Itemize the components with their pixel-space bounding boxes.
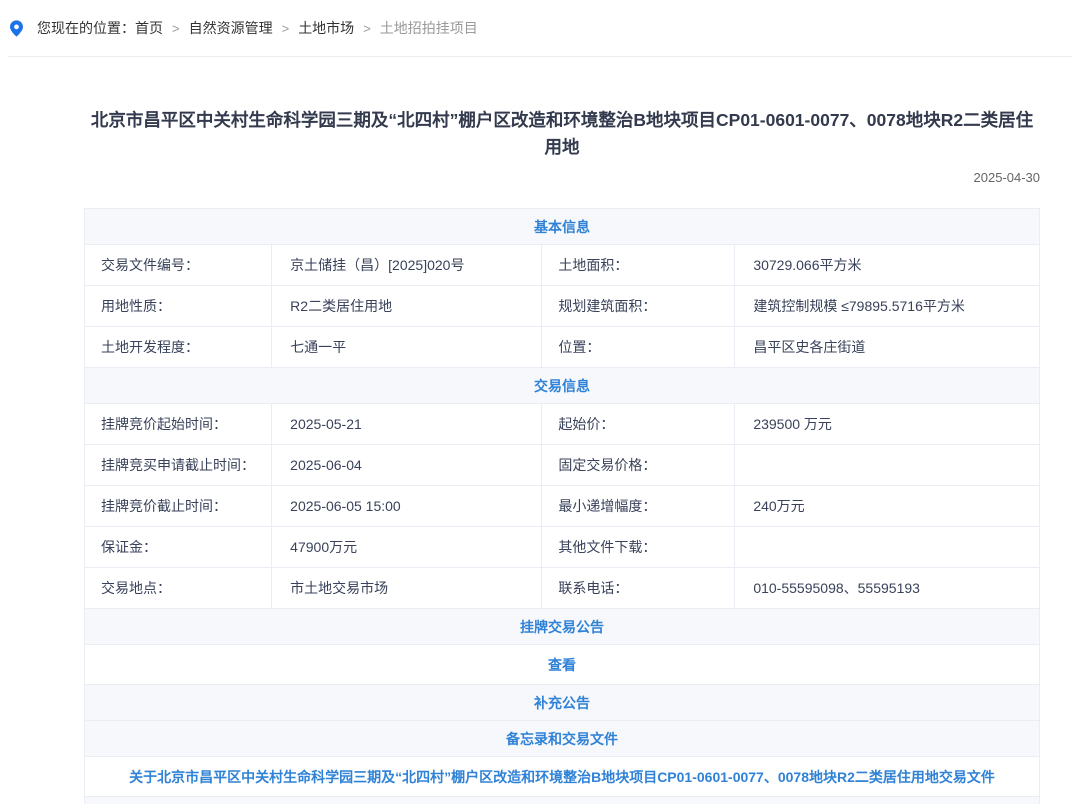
- breadcrumb-item-natural-resources[interactable]: 自然资源管理: [189, 18, 273, 38]
- value-land-area: 30729.066平方米: [735, 245, 1040, 286]
- value-bidding-deadline: 2025-06-05 15:00: [272, 486, 542, 527]
- value-min-increment: 240万元: [735, 486, 1040, 527]
- label-application-deadline: 挂牌竞买申请截止时间：: [85, 445, 272, 486]
- breadcrumb: 您现在的位置： 首页 > 自然资源管理 > 土地市场 > 土地招拍挂项目: [0, 0, 1080, 56]
- label-trade-venue: 交易地点：: [85, 568, 272, 609]
- breadcrumb-item-home[interactable]: 首页: [135, 18, 163, 38]
- label-doc-number: 交易文件编号：: [85, 245, 272, 286]
- table-row: 基本信息: [85, 209, 1040, 245]
- section-header-trade-info: 交易信息: [85, 368, 1040, 404]
- label-starting-price: 起始价：: [542, 404, 735, 445]
- table-row: 挂牌竞价起始时间： 2025-05-21 起始价： 239500 万元: [85, 404, 1040, 445]
- label-land-area: 土地面积：: [542, 245, 735, 286]
- table-row: 备忘录和交易文件: [85, 721, 1040, 757]
- breadcrumb-separator: >: [363, 21, 371, 36]
- land-detail-table: 基本信息 交易文件编号： 京土储挂（昌）[2025]020号 土地面积： 307…: [84, 208, 1040, 797]
- table-row: 交易文件编号： 京土储挂（昌）[2025]020号 土地面积： 30729.06…: [85, 245, 1040, 286]
- value-doc-number: 京土储挂（昌）[2025]020号: [272, 245, 542, 286]
- label-listing-start-time: 挂牌竞价起始时间：: [85, 404, 272, 445]
- label-fixed-price: 固定交易价格：: [542, 445, 735, 486]
- label-other-files-download: 其他文件下载：: [542, 527, 735, 568]
- publish-date: 2025-04-30: [84, 170, 1040, 185]
- label-land-use-type: 用地性质：: [85, 286, 272, 327]
- label-development-degree: 土地开发程度：: [85, 327, 272, 368]
- value-location: 昌平区史各庄街道: [735, 327, 1040, 368]
- table-row: 挂牌竞买申请截止时间： 2025-06-04 固定交易价格：: [85, 445, 1040, 486]
- value-development-degree: 七通一平: [272, 327, 542, 368]
- breadcrumb-separator: >: [282, 21, 290, 36]
- table-row: 查看: [85, 645, 1040, 685]
- section-header-memo-and-documents: 备忘录和交易文件: [85, 721, 1040, 757]
- breadcrumb-item-current-page: 土地招拍挂项目: [380, 18, 478, 38]
- value-fixed-price: [735, 445, 1040, 486]
- main-content: 北京市昌平区中关村生命科学园三期及“北四村”棚户区改造和环境整治B地块项目CP0…: [84, 107, 1040, 804]
- value-trade-venue: 市土地交易市场: [272, 568, 542, 609]
- trade-document-link[interactable]: 关于北京市昌平区中关村生命科学园三期及“北四村”棚户区改造和环境整治B地块项目C…: [129, 769, 995, 785]
- breadcrumb-item-land-market[interactable]: 土地市场: [298, 18, 354, 38]
- value-listing-start-time: 2025-05-21: [272, 404, 542, 445]
- table-row: 挂牌交易公告: [85, 609, 1040, 645]
- section-header-basic-info: 基本信息: [85, 209, 1040, 245]
- breadcrumb-prefix: 您现在的位置：: [37, 18, 135, 38]
- label-min-increment: 最小递增幅度：: [542, 486, 735, 527]
- table-row: 交易地点： 市土地交易市场 联系电话： 010-55595098、5559519…: [85, 568, 1040, 609]
- label-deposit: 保证金：: [85, 527, 272, 568]
- section-header-listing-announcement: 挂牌交易公告: [85, 609, 1040, 645]
- breadcrumb-separator: >: [172, 21, 180, 36]
- table-row: 关于北京市昌平区中关村生命科学园三期及“北四村”棚户区改造和环境整治B地块项目C…: [85, 757, 1040, 797]
- value-application-deadline: 2025-06-04: [272, 445, 542, 486]
- table-row: 挂牌竞价截止时间： 2025-06-05 15:00 最小递增幅度： 240万元: [85, 486, 1040, 527]
- label-location: 位置：: [542, 327, 735, 368]
- next-section-header-partial: [84, 797, 1040, 804]
- table-row: 补充公告: [85, 685, 1040, 721]
- label-planned-building-area: 规划建筑面积：: [542, 286, 735, 327]
- value-contact-phone: 010-55595098、55595193: [735, 568, 1040, 609]
- value-planned-building-area: 建筑控制规模 ≤79895.5716平方米: [735, 286, 1040, 327]
- table-row: 用地性质： R2二类居住用地 规划建筑面积： 建筑控制规模 ≤79895.571…: [85, 286, 1040, 327]
- label-contact-phone: 联系电话：: [542, 568, 735, 609]
- table-row: 保证金： 47900万元 其他文件下载：: [85, 527, 1040, 568]
- value-deposit: 47900万元: [272, 527, 542, 568]
- value-starting-price: 239500 万元: [735, 404, 1040, 445]
- view-announcement-link[interactable]: 查看: [548, 657, 576, 673]
- header-divider: [8, 56, 1072, 57]
- label-bidding-deadline: 挂牌竞价截止时间：: [85, 486, 272, 527]
- page-title: 北京市昌平区中关村生命科学园三期及“北四村”棚户区改造和环境整治B地块项目CP0…: [84, 107, 1040, 161]
- value-land-use-type: R2二类居住用地: [272, 286, 542, 327]
- value-other-files-download: [735, 527, 1040, 568]
- table-row: 土地开发程度： 七通一平 位置： 昌平区史各庄街道: [85, 327, 1040, 368]
- table-row: 交易信息: [85, 368, 1040, 404]
- section-header-supplementary-announcement: 补充公告: [85, 685, 1040, 721]
- location-pin-icon: [10, 20, 23, 37]
